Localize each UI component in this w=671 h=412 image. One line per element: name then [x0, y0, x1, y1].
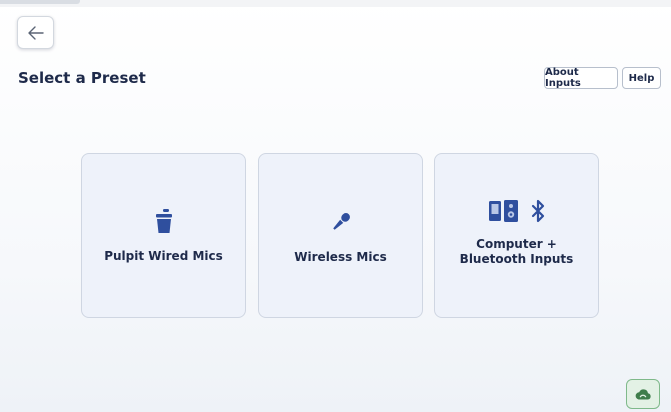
card-icon-row: [488, 197, 545, 225]
top-bar: [0, 0, 671, 7]
cloud-icon: [635, 389, 651, 400]
arrow-left-icon: [27, 25, 44, 40]
preset-card-pulpit-wired-mics[interactable]: Pulpit Wired Mics: [81, 153, 246, 318]
preset-label: Computer + Bluetooth Inputs: [459, 236, 574, 266]
preset-screen: Select a Preset About Inputs Help Pulpit…: [0, 0, 671, 412]
computer-icon: [488, 199, 518, 222]
cloud-status-button[interactable]: [626, 379, 660, 409]
bluetooth-icon: [531, 199, 544, 222]
microphone-icon: [332, 213, 350, 230]
preset-label: Pulpit Wired Mics: [104, 249, 223, 263]
page-title: Select a Preset: [18, 69, 146, 87]
preset-label: Wireless Mics: [294, 250, 387, 264]
preset-card-wireless-mics[interactable]: Wireless Mics: [258, 153, 423, 318]
help-button[interactable]: Help: [622, 67, 661, 89]
about-inputs-button[interactable]: About Inputs: [544, 67, 618, 89]
top-bar-fragment: [0, 0, 80, 4]
card-icon-row: [330, 208, 352, 236]
card-icon-row: [155, 207, 173, 235]
preset-card-computer-bluetooth-inputs[interactable]: Computer + Bluetooth Inputs: [434, 153, 599, 318]
back-button[interactable]: [17, 16, 54, 49]
podium-icon: [155, 209, 172, 233]
